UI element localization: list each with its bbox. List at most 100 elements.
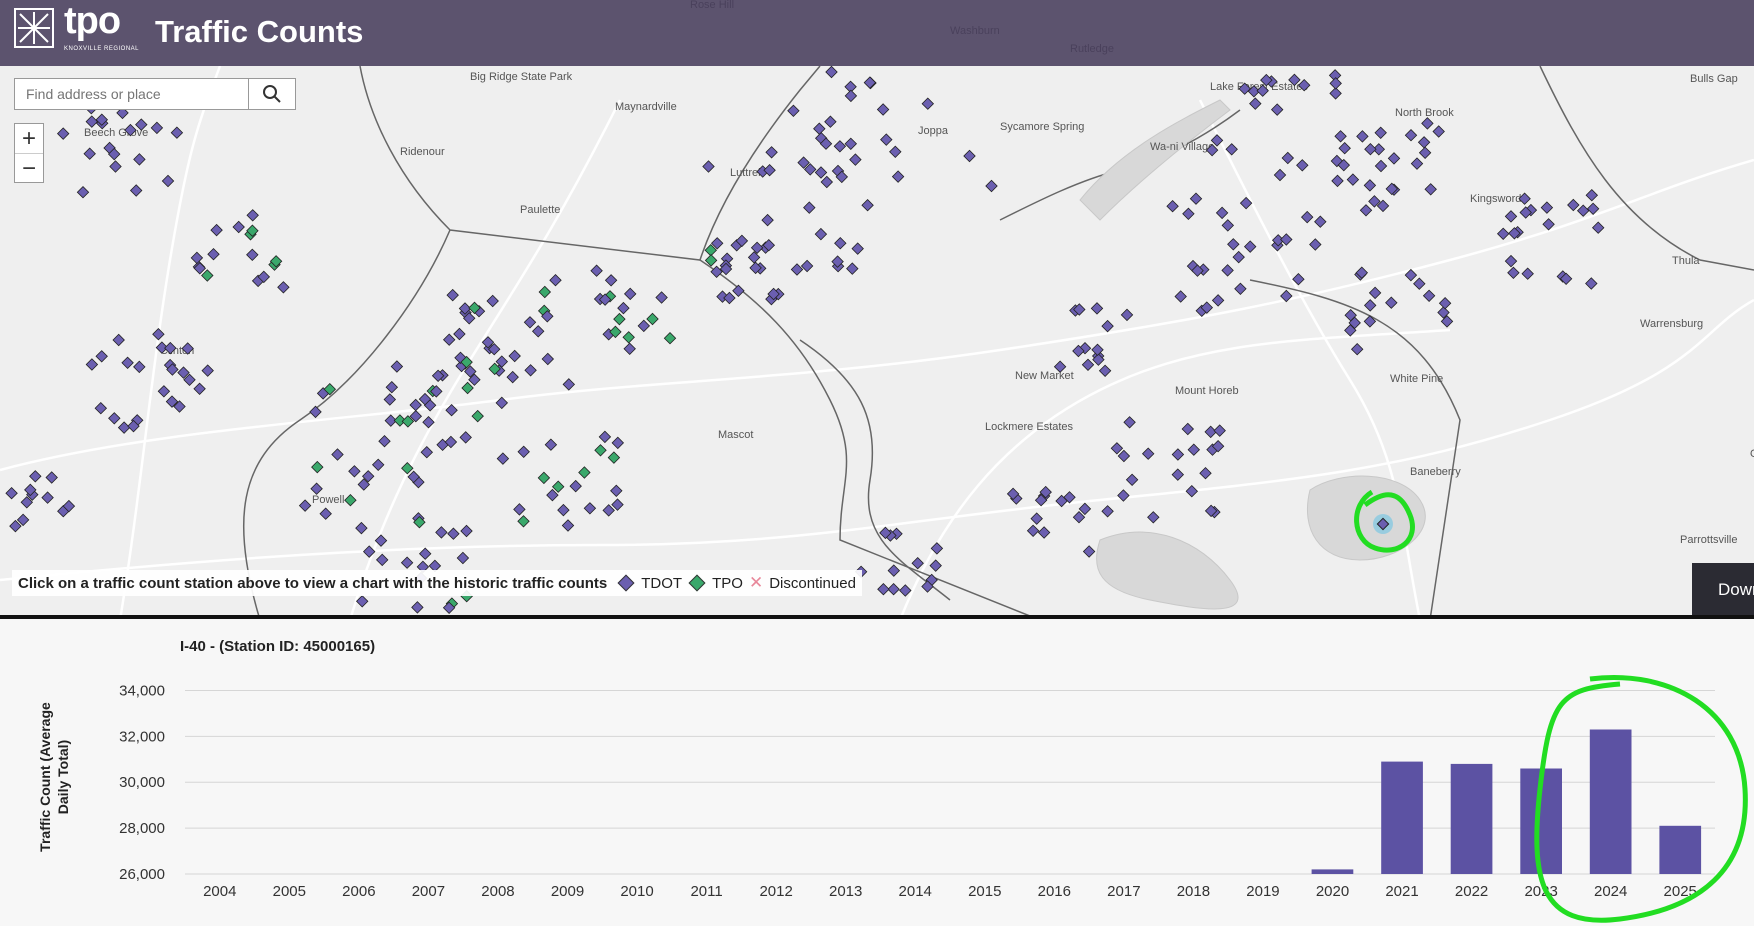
station-marker[interactable] [1374,159,1388,173]
station-marker[interactable] [623,342,636,356]
station-marker[interactable] [825,65,838,79]
station-marker[interactable] [1385,296,1398,309]
station-marker[interactable] [1410,157,1424,170]
station-marker[interactable] [1249,97,1262,110]
station-marker[interactable] [844,137,858,151]
station-marker[interactable] [486,294,499,308]
station-marker[interactable] [891,170,905,183]
station-marker[interactable] [108,412,121,425]
station-marker[interactable] [45,471,58,484]
station-marker[interactable] [611,436,625,450]
station-marker[interactable] [1078,502,1092,516]
chart-bars[interactable] [1311,729,1702,875]
station-marker[interactable] [207,247,220,261]
station-marker[interactable] [1576,204,1590,217]
station-marker[interactable] [460,524,473,538]
station-marker[interactable] [1542,218,1555,231]
station-marker[interactable] [561,519,575,532]
station-marker[interactable] [232,220,245,234]
station-marker[interactable] [1273,168,1287,182]
station-marker[interactable] [602,504,615,517]
station-marker[interactable] [319,507,332,520]
station-marker[interactable] [1204,425,1217,439]
station-marker[interactable] [1331,174,1344,188]
station-marker[interactable] [929,559,942,572]
station-marker[interactable] [880,133,893,146]
station-marker[interactable] [557,503,570,517]
station-marker[interactable] [1181,422,1195,436]
bar-2021[interactable] [1381,761,1423,874]
station-marker[interactable] [447,527,460,540]
station-marker[interactable] [702,160,715,173]
station-marker[interactable] [1227,238,1240,251]
station-marker[interactable] [549,273,562,287]
station-marker[interactable] [246,248,259,262]
station-marker[interactable] [456,551,470,565]
station-marker[interactable] [613,312,626,326]
station-marker[interactable] [76,185,90,199]
station-marker[interactable] [814,166,828,179]
station-marker[interactable] [598,430,612,444]
station-marker[interactable] [495,355,509,368]
station-marker[interactable] [607,451,621,464]
station-marker[interactable] [1421,117,1434,130]
station-marker[interactable] [201,269,214,282]
station-marker[interactable] [362,545,376,558]
station-marker[interactable] [1081,358,1095,372]
station-marker[interactable] [210,223,223,237]
station-marker[interactable] [383,393,397,406]
station-marker[interactable] [562,378,576,391]
station-marker[interactable] [1309,238,1322,251]
station-marker[interactable] [1026,524,1040,538]
station-marker[interactable] [1270,103,1284,116]
station-marker[interactable] [117,421,131,434]
station-marker[interactable] [5,486,18,500]
station-marker[interactable] [1387,152,1401,165]
bar-2024[interactable] [1589,729,1632,875]
station-marker[interactable] [846,262,859,275]
station-marker[interactable] [56,127,70,140]
station-marker[interactable] [637,319,651,333]
station-marker[interactable] [663,331,677,345]
map-view[interactable]: Rose HillWashburnRutledgeBulls GapBig Ri… [0,0,1754,620]
station-marker[interactable] [800,259,814,273]
station-marker[interactable] [1424,183,1437,196]
station-marker[interactable] [1296,159,1309,172]
station-marker[interactable] [1364,142,1377,156]
station-marker[interactable] [623,287,637,301]
station-marker[interactable] [29,470,42,483]
station-marker[interactable] [1098,364,1112,378]
station-marker[interactable] [887,564,901,577]
station-marker[interactable] [655,291,668,304]
station-marker[interactable] [1147,511,1160,524]
station-marker[interactable] [471,409,484,423]
station-marker[interactable] [109,160,122,173]
station-marker[interactable] [1329,77,1342,90]
station-marker[interactable] [1199,466,1212,480]
station-marker[interactable] [851,242,864,255]
station-marker[interactable] [1567,198,1580,212]
station-marker[interactable] [513,503,526,516]
station-marker[interactable] [1338,141,1351,155]
station-marker[interactable] [833,140,847,153]
station-marker[interactable] [844,89,858,103]
station-marker[interactable] [732,284,745,298]
station-marker[interactable] [1123,416,1136,429]
station-marker[interactable] [803,201,816,214]
station-marker[interactable] [129,184,143,197]
station-marker[interactable] [1504,254,1518,268]
station-marker[interactable] [617,301,630,315]
station-marker[interactable] [152,327,165,341]
station-marker[interactable] [747,251,761,264]
station-marker[interactable] [1101,319,1114,333]
station-marker[interactable] [544,438,558,451]
station-marker[interactable] [876,103,890,116]
station-marker[interactable] [1171,468,1185,481]
station-marker[interactable] [750,241,764,255]
station-marker[interactable] [371,458,385,472]
station-marker[interactable] [1117,489,1130,502]
selected-station[interactable] [1373,514,1393,534]
station-marker[interactable] [1413,277,1426,290]
station-marker[interactable] [1082,545,1096,558]
station-marker[interactable] [1171,448,1185,461]
